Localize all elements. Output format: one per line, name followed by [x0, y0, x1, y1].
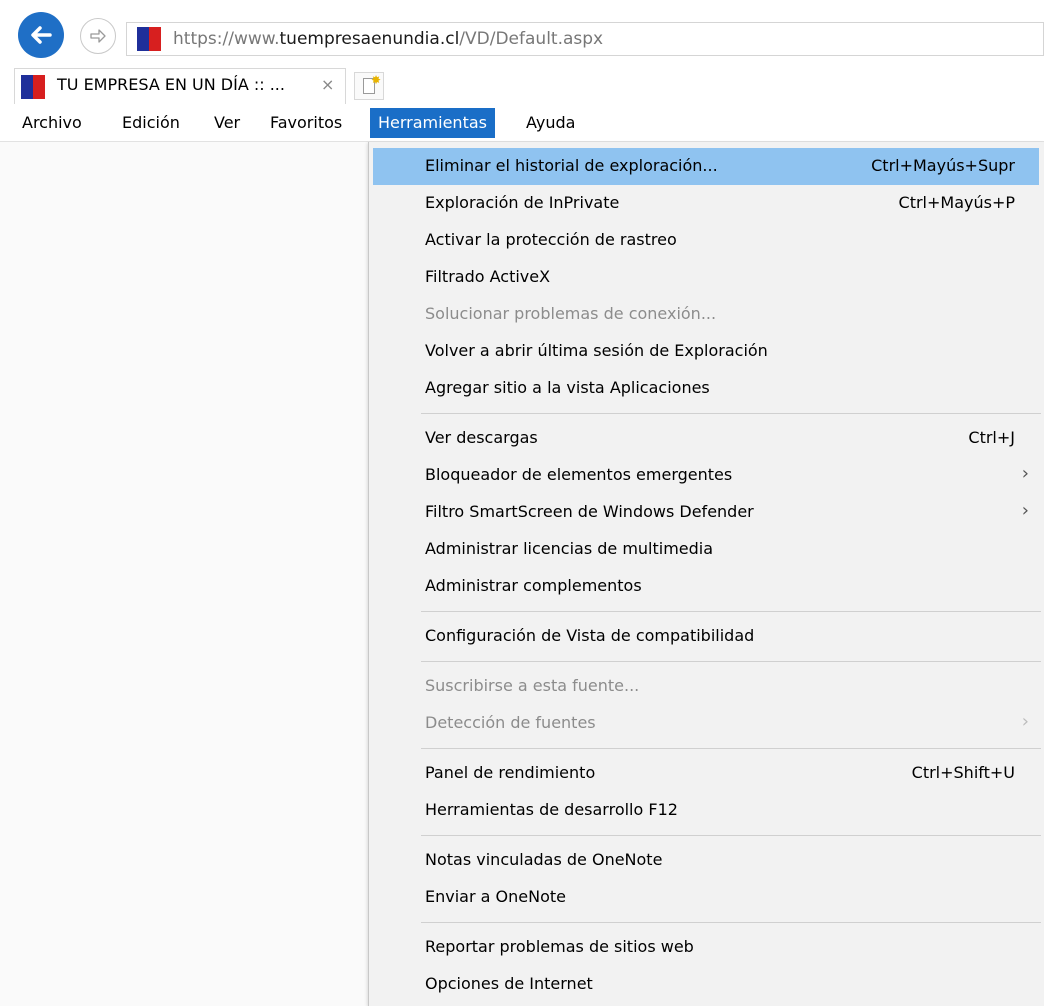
sparkle-icon: ✸ [371, 73, 382, 87]
menu-item-label: Herramientas de desarrollo F12 [425, 800, 678, 819]
menu-item-manage-addons[interactable]: Administrar complementos [373, 568, 1039, 605]
address-bar-row: https://www.tuempresaenundia.cl/VD/Defau… [0, 0, 1044, 64]
tab-title: TU EMPRESA EN UN DÍA :: ... [57, 75, 285, 94]
chile-flag-icon [21, 75, 45, 99]
menu-item-media-licenses[interactable]: Administrar licencias de multimedia [373, 531, 1039, 568]
menu-item-label: Notas vinculadas de OneNote [425, 850, 663, 869]
forward-button[interactable] [80, 18, 116, 54]
new-tab-button[interactable]: ✸ [354, 72, 384, 100]
menu-separator [421, 748, 1041, 749]
back-button[interactable] [18, 12, 64, 58]
menu-item-label: Activar la protección de rastreo [425, 230, 677, 249]
menu-herramientas[interactable]: Herramientas [370, 108, 495, 138]
menu-item-label: Panel de rendimiento [425, 763, 596, 782]
menu-item-subscribe-feed: Suscribirse a esta fuente... [373, 668, 1039, 705]
menu-item-label: Suscribirse a esta fuente... [425, 676, 640, 695]
menu-item-label: Administrar complementos [425, 576, 642, 595]
close-tab-icon[interactable]: × [321, 75, 334, 94]
menu-archivo[interactable]: Archivo [14, 108, 90, 138]
menu-item-f12-devtools[interactable]: Herramientas de desarrollo F12 [373, 792, 1039, 829]
menu-item-internet-options[interactable]: Opciones de Internet [373, 966, 1039, 1003]
menu-item-view-downloads[interactable]: Ver descargas Ctrl+J [373, 420, 1039, 457]
menu-item-popup-blocker[interactable]: Bloqueador de elementos emergentes › [373, 457, 1039, 494]
chevron-right-icon: › [1021, 463, 1029, 484]
address-bar[interactable]: https://www.tuempresaenundia.cl/VD/Defau… [126, 22, 1044, 56]
url-scheme: https:// [173, 29, 234, 49]
menu-bar: Archivo Edición Ver Favoritos Herramient… [0, 104, 1044, 142]
menu-item-performance-dashboard[interactable]: Panel de rendimiento Ctrl+Shift+U [373, 755, 1039, 792]
menu-item-label: Reportar problemas de sitios web [425, 937, 694, 956]
url-text: https://www.tuempresaenundia.cl/VD/Defau… [173, 29, 603, 49]
menu-item-report-problems[interactable]: Reportar problemas de sitios web [373, 929, 1039, 966]
menu-separator [421, 413, 1041, 414]
menu-item-inprivate[interactable]: Exploración de InPrivate Ctrl+Mayús+P [373, 185, 1039, 222]
menu-item-label: Filtrado ActiveX [425, 267, 551, 286]
menu-item-label: Opciones de Internet [425, 974, 593, 993]
menu-item-label: Configuración de Vista de compatibilidad [425, 626, 755, 645]
menu-item-label: Volver a abrir última sesión de Explorac… [425, 341, 768, 360]
menu-item-label: Eliminar el historial de exploración... [425, 156, 718, 175]
menu-item-compatibility-view[interactable]: Configuración de Vista de compatibilidad [373, 618, 1039, 655]
url-subdomain: www. [233, 29, 280, 49]
menu-item-onenote-linked[interactable]: Notas vinculadas de OneNote [373, 842, 1039, 879]
menu-item-label: Ver descargas [425, 428, 538, 447]
menu-separator [421, 835, 1041, 836]
menu-item-label: Enviar a OneNote [425, 887, 566, 906]
menu-item-activex-filtering[interactable]: Filtrado ActiveX [373, 259, 1039, 296]
chile-flag-icon [137, 27, 161, 51]
menu-item-label: Exploración de InPrivate [425, 193, 620, 212]
menu-separator [421, 922, 1041, 923]
tools-dropdown-menu: Eliminar el historial de exploración... … [368, 142, 1044, 1006]
url-domain: tuempresaenundia.cl [279, 29, 460, 49]
menu-item-label: Solucionar problemas de conexión... [425, 304, 717, 323]
menu-item-shortcut: Ctrl+Mayús+P [898, 193, 1015, 212]
menu-item-label: Agregar sitio a la vista Aplicaciones [425, 378, 710, 397]
menu-item-delete-history[interactable]: Eliminar el historial de exploración... … [373, 148, 1039, 185]
back-arrow-icon [31, 26, 52, 44]
menu-item-label: Filtro SmartScreen de Windows Defender [425, 502, 754, 521]
menu-separator [421, 661, 1041, 662]
menu-item-tracking-protection[interactable]: Activar la protección de rastreo [373, 222, 1039, 259]
menu-item-shortcut: Ctrl+Mayús+Supr [871, 156, 1015, 175]
menu-item-fix-connection: Solucionar problemas de conexión... [373, 296, 1039, 333]
browser-tab[interactable]: TU EMPRESA EN UN DÍA :: ... × [14, 68, 346, 104]
menu-ver[interactable]: Ver [206, 108, 248, 138]
menu-item-label: Bloqueador de elementos emergentes [425, 465, 733, 484]
menu-item-feed-discovery: Detección de fuentes › [373, 705, 1039, 742]
url-path: /VD/Default.aspx [459, 29, 604, 49]
menu-item-label: Administrar licencias de multimedia [425, 539, 714, 558]
menu-item-shortcut: Ctrl+J [968, 428, 1015, 447]
menu-item-smartscreen[interactable]: Filtro SmartScreen de Windows Defender › [373, 494, 1039, 531]
menu-favoritos[interactable]: Favoritos [262, 108, 350, 138]
menu-separator [421, 611, 1041, 612]
menu-edicion[interactable]: Edición [114, 108, 188, 138]
menu-item-reopen-session[interactable]: Volver a abrir última sesión de Explorac… [373, 333, 1039, 370]
menu-ayuda[interactable]: Ayuda [518, 108, 583, 138]
chevron-right-icon: › [1021, 500, 1029, 521]
forward-arrow-icon [90, 29, 106, 43]
menu-item-send-to-onenote[interactable]: Enviar a OneNote [373, 879, 1039, 916]
chevron-right-icon: › [1021, 711, 1029, 732]
menu-item-add-site-apps[interactable]: Agregar sitio a la vista Aplicaciones [373, 370, 1039, 407]
menu-item-label: Detección de fuentes [425, 713, 596, 732]
tab-row: TU EMPRESA EN UN DÍA :: ... × ✸ [0, 64, 1044, 104]
menu-item-shortcut: Ctrl+Shift+U [911, 763, 1015, 782]
